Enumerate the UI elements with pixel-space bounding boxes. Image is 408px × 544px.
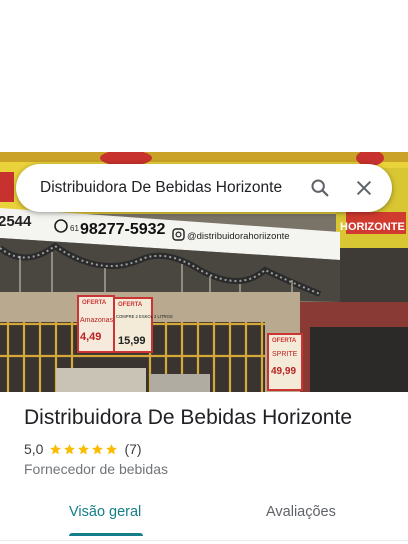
- search-icon: [311, 179, 329, 197]
- close-icon: [357, 181, 371, 195]
- star-icon: [92, 443, 104, 454]
- map-area-blank: [0, 0, 408, 152]
- poster-2-product: COMPRE 2 ESKOL 2 LITROS: [116, 314, 173, 319]
- search-bar[interactable]: Distribuidora De Bebidas Horizonte: [16, 164, 392, 212]
- sign-brand-text: HORIZONTE: [340, 221, 405, 233]
- tab-overview[interactable]: Visão geral: [69, 504, 141, 520]
- review-count[interactable]: (7): [124, 441, 141, 457]
- close-button[interactable]: [344, 168, 384, 208]
- poster-1-product: Amazonas: [80, 317, 114, 324]
- phone-left-text: 2544: [0, 213, 32, 230]
- place-details-page: HORIZONTE 2544 61 98277-5932 @distribuid…: [0, 0, 408, 544]
- instagram-handle-text: @distribuidorahoriizonte: [187, 231, 290, 242]
- rating-row[interactable]: 5,0 (7): [24, 440, 394, 458]
- phone-number-text: 98277-5932: [80, 221, 166, 238]
- phone-area-text: 61: [70, 224, 79, 233]
- place-tabs: Visão geral Avaliações: [0, 496, 408, 541]
- search-button[interactable]: [300, 168, 340, 208]
- star-icon: [78, 443, 90, 454]
- place-info: Distribuidora De Bebidas Horizonte 5,0 (…: [24, 404, 394, 477]
- active-tab-indicator: [69, 533, 143, 536]
- poster-3-price: 49,99: [271, 366, 296, 377]
- poster-3-product: SPRITE: [272, 351, 298, 358]
- poster-3-offer: OFERTA: [272, 338, 297, 344]
- search-query-text[interactable]: Distribuidora De Bebidas Horizonte: [40, 179, 300, 197]
- poster-1-price: 4,49: [80, 331, 101, 343]
- poster-2-offer: OFERTA: [118, 302, 143, 308]
- tab-reviews[interactable]: Avaliações: [266, 504, 336, 520]
- star-icon: [64, 443, 76, 454]
- place-title: Distribuidora De Bebidas Horizonte: [24, 406, 352, 429]
- place-category: Fornecedor de bebidas: [24, 461, 168, 477]
- poster-1-offer: OFERTA: [82, 300, 107, 306]
- poster-2-price: 15,99: [118, 335, 146, 347]
- rating-value: 5,0: [24, 441, 44, 457]
- star-icon: [50, 443, 62, 454]
- star-icon: [106, 443, 118, 454]
- rating-stars: [49, 443, 119, 456]
